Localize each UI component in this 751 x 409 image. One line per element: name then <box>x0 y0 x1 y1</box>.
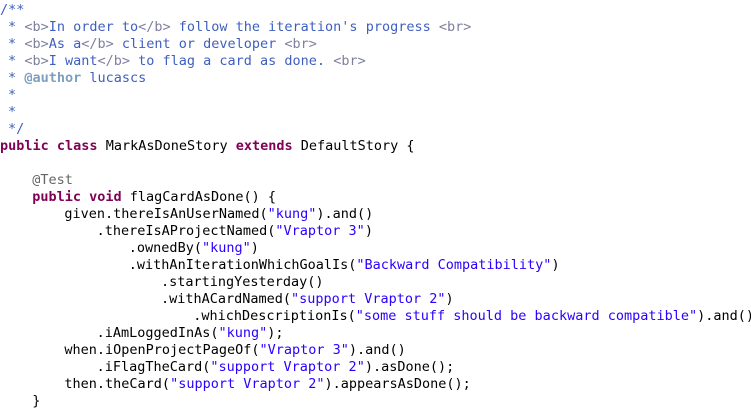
code-token: flagCardAsDone() { <box>121 189 277 205</box>
code-token: to flag a card as done. <box>130 53 334 69</box>
code-token: In order to <box>48 19 139 35</box>
code-token: */ <box>8 121 25 137</box>
code-token: "support Vraptor 2" <box>291 291 446 307</box>
code-token: <br> <box>333 53 366 69</box>
code-editor[interactable]: /** * <b>In order to</b> follow the itera… <box>0 0 751 409</box>
code-token: <br> <box>438 19 472 35</box>
code-line: * <b>I want</b> to flag a card as done. … <box>8 53 366 70</box>
code-line: then.theCard("support Vraptor 2").appear… <box>64 376 470 393</box>
code-token: * <box>8 104 17 120</box>
code-token: "some stuff should be backward compatibl… <box>355 308 698 324</box>
code-token: <b> <box>24 53 49 69</box>
code-token: "support Vraptor 2" <box>170 376 325 392</box>
code-token: lucascs <box>81 70 147 86</box>
code-token: DefaultStory { <box>292 138 415 154</box>
code-token: .ownedBy( <box>128 240 202 256</box>
code-line: .thereIsAProjectNamed("Vraptor 3") <box>97 223 373 240</box>
code-token: .thereIsAProjectNamed( <box>96 223 276 239</box>
code-line: .startingYesterday() <box>161 274 324 291</box>
code-token: follow the iteration's progress <box>170 19 439 35</box>
code-line: * <box>8 87 16 104</box>
code-token: </b> <box>97 53 130 69</box>
code-token: </b> <box>138 19 171 35</box>
code-token: "Backward Compatibility" <box>356 257 552 273</box>
code-token: } <box>32 393 41 409</box>
code-token: class <box>56 138 98 154</box>
code-token: ).appearsAsDone(); <box>324 376 471 392</box>
code-token: ).and() <box>316 206 374 222</box>
code-token: * <box>8 87 17 103</box>
code-token: .withACardNamed( <box>161 291 292 307</box>
code-token: /** <box>0 2 25 18</box>
code-token: ) <box>445 291 454 307</box>
code-line: .iFlagTheCard("support Vraptor 2").asDon… <box>97 359 455 376</box>
code-token: "kung" <box>267 206 317 222</box>
code-line: when.iOpenProjectPageOf("Vraptor 3").and… <box>64 342 405 359</box>
code-token: @Test <box>32 172 73 188</box>
code-token: * <box>8 70 25 86</box>
code-token: .startingYesterday() <box>161 274 324 290</box>
code-token: public <box>0 138 49 154</box>
code-line: * @author lucascs <box>8 70 146 87</box>
code-token: "kung" <box>201 240 251 256</box>
code-line: .whichDescriptionIs("some stuff should b… <box>193 308 751 325</box>
code-token: public <box>32 189 81 205</box>
code-token: .iAmLoggedInAs( <box>96 325 219 341</box>
code-token: ); <box>267 325 284 341</box>
code-token: ) <box>250 240 259 256</box>
code-token: client or developer <box>113 36 285 52</box>
code-line: .withACardNamed("support Vraptor 2") <box>161 291 454 308</box>
code-token: extends <box>235 138 293 154</box>
code-token: ) <box>551 257 560 273</box>
code-token: * <box>8 36 25 52</box>
code-token: I want <box>48 53 98 69</box>
code-line: /** <box>0 2 24 19</box>
code-token: then.theCard( <box>64 376 171 392</box>
code-line: public void flagCardAsDone() { <box>32 189 276 206</box>
code-token: </b> <box>81 36 114 52</box>
code-token: void <box>89 189 122 205</box>
code-line: * <b>As a</b> client or developer <br> <box>8 36 317 53</box>
code-token: * <box>8 53 25 69</box>
code-token: "Vraptor 3" <box>275 223 365 239</box>
code-line: .withAnIterationWhichGoalIs("Backward Co… <box>129 257 560 274</box>
code-line: @Test <box>32 172 73 189</box>
code-token: given.thereIsAnUserNamed( <box>64 206 268 222</box>
code-token: <br> <box>284 36 317 52</box>
code-token: <b> <box>24 36 49 52</box>
code-token: * <box>8 19 25 35</box>
code-token: .whichDescriptionIs( <box>193 308 356 324</box>
code-token: ) <box>364 223 373 239</box>
code-token: ).and() <box>697 308 751 324</box>
code-token: .withAnIterationWhichGoalIs( <box>128 257 357 273</box>
code-token: .iFlagTheCard( <box>96 359 211 375</box>
code-token: MarkAsDoneStory <box>97 138 236 154</box>
code-token: when.iOpenProjectPageOf( <box>64 342 260 358</box>
code-line: } <box>32 393 40 409</box>
code-token: "support Vraptor 2" <box>210 359 365 375</box>
code-token: <b> <box>24 19 49 35</box>
code-line: * <box>8 104 16 121</box>
code-line: * <b>In order to</b> follow the iteratio… <box>8 19 471 36</box>
code-token: ).asDone(); <box>364 359 455 375</box>
code-token: As a <box>48 36 82 52</box>
code-line: */ <box>8 121 24 138</box>
code-line: .iAmLoggedInAs("kung"); <box>97 325 284 342</box>
code-token: "Vraptor 3" <box>259 342 349 358</box>
code-line: public class MarkAsDoneStory extends Def… <box>0 138 415 155</box>
code-token: ).and() <box>348 342 406 358</box>
code-token: @author <box>24 70 82 86</box>
code-line: given.thereIsAnUserNamed("kung").and() <box>64 206 373 223</box>
code-token: "kung" <box>218 325 268 341</box>
code-line: .ownedBy("kung") <box>129 240 259 257</box>
